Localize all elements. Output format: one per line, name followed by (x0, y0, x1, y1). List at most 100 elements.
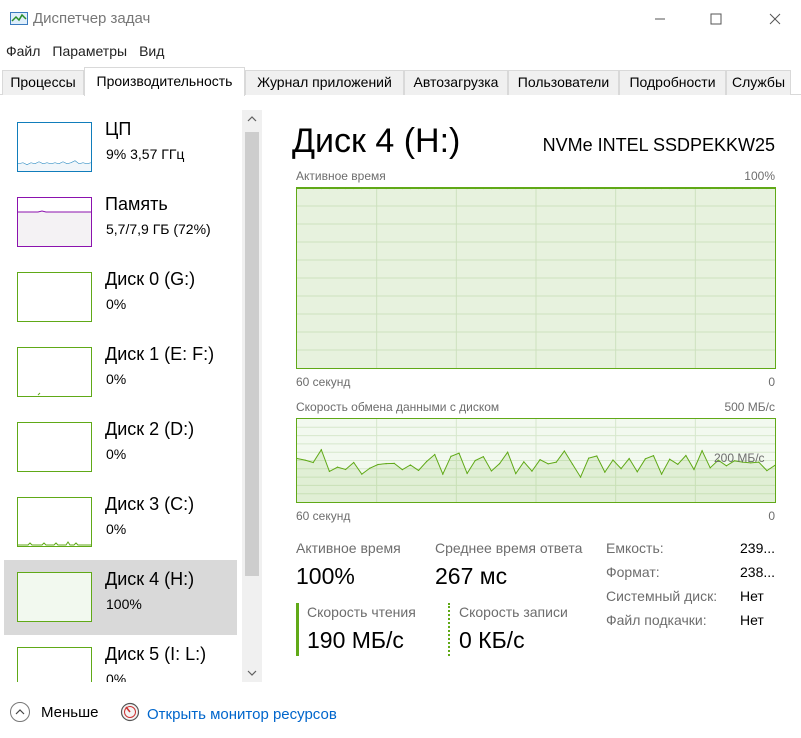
write-speed-value: 0 КБ/с (459, 627, 525, 653)
sidebar-item-name: Память (105, 194, 168, 214)
open-resource-monitor-link[interactable]: Открыть монитор ресурсов (120, 702, 337, 727)
chart-point (442, 473, 444, 475)
read-speed-legend-bar (296, 603, 299, 656)
sidebar-scrollbar[interactable] (242, 110, 262, 682)
menu-file[interactable]: Файл (0, 40, 46, 62)
resource-monitor-icon (120, 702, 140, 727)
chart-point (336, 466, 339, 468)
chart-point (644, 458, 646, 460)
formatted-label: Формат: (606, 564, 660, 580)
tab-users[interactable]: Пользователи (508, 70, 619, 95)
minimize-icon (655, 18, 665, 20)
chart-point (498, 463, 501, 465)
active-time-value: 100% (296, 563, 355, 589)
chart-point (539, 459, 541, 461)
transfer-chart-min: 0 (768, 509, 775, 523)
chevron-up-circle-icon (10, 702, 30, 722)
close-icon (769, 13, 781, 25)
chart-point (531, 470, 533, 472)
sidebar-item-disk-3[interactable]: Диск 3 (C:) 0% (4, 485, 237, 560)
resource-monitor-label: Открыть монитор ресурсов (147, 706, 337, 723)
close-button[interactable] (752, 4, 798, 34)
sidebar-item-name: Диск 4 (H:) (105, 569, 195, 589)
sidebar-item-cpu[interactable]: ЦП 9% 3,57 ГГц (4, 110, 237, 185)
chart-point (709, 467, 711, 469)
disk-thumbnail-graph (17, 347, 92, 397)
scroll-down-button[interactable] (242, 664, 262, 682)
chevron-up-icon (247, 116, 257, 122)
chart-point (612, 459, 614, 461)
menu-options[interactable]: Параметры (46, 40, 133, 62)
sidebar-item-name: Диск 0 (G:) (105, 269, 196, 289)
sidebar-item-value: 0% (106, 446, 127, 462)
sidebar-item-value: 0% (106, 296, 127, 312)
chart-point (563, 450, 565, 452)
menu-view[interactable]: Вид (133, 40, 170, 62)
chart-point (588, 457, 590, 459)
transfer-chart-max: 500 МБ/с (724, 400, 775, 414)
active-time-chart-label: Активное время (296, 169, 386, 183)
sidebar-item-value: 0% (106, 521, 127, 537)
tab-services[interactable]: Службы (726, 70, 791, 95)
chart-point (515, 473, 517, 475)
sidebar-item-name: Диск 1 (E: F:) (105, 344, 215, 364)
transfer-chart-duration: 60 секунд (296, 509, 351, 523)
chart-point (401, 469, 403, 471)
chart-point (458, 452, 460, 454)
transfer-rate-chart (296, 418, 776, 503)
sidebar-item-disk-1[interactable]: Диск 1 (E: F:) 0% (4, 335, 237, 410)
chart-point (636, 471, 638, 473)
scroll-up-button[interactable] (242, 110, 262, 128)
chart-point (393, 462, 395, 464)
chart-point (693, 468, 695, 471)
disk-thumbnail-graph (17, 272, 92, 322)
formatted-value: 238... (740, 564, 776, 580)
response-time-label: Среднее время ответа (435, 540, 583, 556)
chart-point (523, 461, 525, 463)
scroll-thumb[interactable] (245, 132, 259, 576)
chart-point (604, 471, 606, 473)
transfer-chart-label: Скорость обмена данными с диском (296, 400, 500, 414)
chart-point (766, 470, 768, 472)
sidebar-item-disk-5[interactable]: Диск 5 (I: L:) 0% (4, 635, 237, 682)
chart-point (555, 461, 557, 463)
sidebar-item-disk-2[interactable]: Диск 2 (D:) 0% (4, 410, 237, 485)
active-time-chart (296, 187, 776, 369)
chart-point (304, 459, 306, 461)
system-disk-value: Нет (740, 588, 764, 604)
chart-point (490, 470, 493, 472)
tab-performance[interactable]: Производительность (84, 67, 245, 96)
sidebar-item-memory[interactable]: Память 5,7/7,9 ГБ (72%) (4, 185, 237, 260)
tab-app-history[interactable]: Журнал приложений (245, 70, 404, 95)
maximize-button[interactable] (693, 4, 739, 34)
read-speed-label: Скорость чтения (307, 604, 416, 620)
chart-point (620, 468, 622, 470)
sidebar-item-name: ЦП (105, 119, 132, 139)
chart-point (507, 451, 509, 453)
active-time-label: Активное время (296, 540, 401, 556)
sidebar-item-disk-0[interactable]: Диск 0 (G:) 0% (4, 260, 237, 335)
page-file-value: Нет (740, 612, 764, 628)
tab-details[interactable]: Подробности (619, 70, 726, 95)
chart-point (353, 461, 355, 464)
tab-startup[interactable]: Автозагрузка (404, 70, 508, 95)
sidebar-item-disk-4[interactable]: Диск 4 (H:) 100% (4, 560, 237, 635)
chart-point (628, 457, 630, 460)
read-speed-value: 190 МБ/с (307, 627, 404, 653)
write-speed-label: Скорость записи (459, 604, 568, 620)
disk-title: Диск 4 (H:) (292, 122, 461, 160)
chart-point (385, 463, 387, 465)
chart-point (596, 455, 598, 457)
fewer-details-button[interactable]: Меньше (10, 702, 98, 722)
chart-point (677, 463, 679, 465)
disk-thumbnail-graph (17, 497, 92, 547)
disk-thumbnail-graph (17, 572, 92, 622)
task-manager-icon (10, 11, 28, 27)
active-time-chart-min: 0 (768, 375, 775, 389)
disk-thumbnail-graph (17, 422, 92, 472)
disk-thumbnail-graph (17, 647, 92, 682)
chart-point (701, 450, 703, 452)
tab-processes[interactable]: Процессы (2, 70, 84, 95)
cpu-thumbnail-graph (17, 122, 92, 172)
minimize-button[interactable] (637, 4, 683, 34)
